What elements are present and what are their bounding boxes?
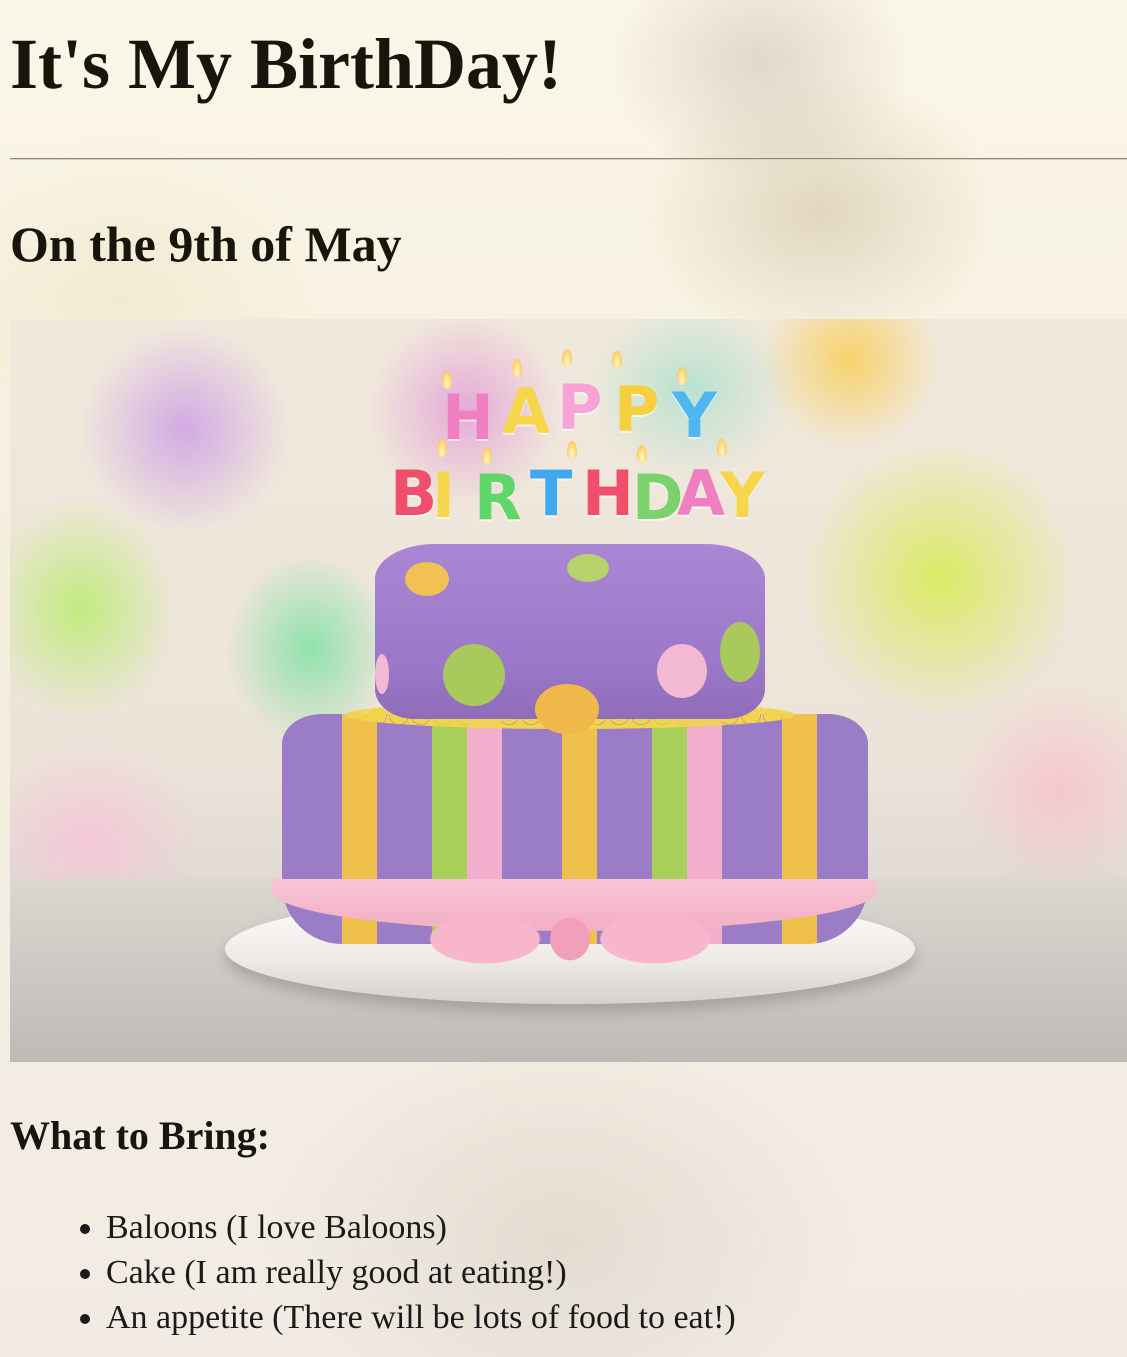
bring-heading: What to Bring: (10, 1113, 270, 1158)
candle-letter-icon: B (390, 457, 438, 530)
candle-letter-icon: D (632, 461, 684, 534)
candle-letter-icon: R (474, 461, 522, 534)
candle-letter-icon: T (530, 457, 573, 530)
cake-dot (535, 684, 599, 734)
candle-letter-icon: A (677, 457, 725, 530)
cake-top-tier (375, 544, 765, 734)
list-item: An appetite (There will be lots of food … (106, 1295, 1127, 1340)
candle-letter-icon: Y (672, 379, 717, 452)
candle-letter-icon: I (432, 459, 456, 532)
candle-letter-icon: P (557, 371, 603, 444)
page-title: It's My BirthDay! (10, 24, 562, 104)
bring-list: Baloons (I love Baloons) Cake (I am real… (10, 1205, 1127, 1340)
cake-dot (405, 562, 449, 596)
candle-flame-icon (562, 349, 572, 367)
candle-letter-icon: P (614, 373, 660, 446)
cake-dot (567, 554, 609, 582)
cake-dot (443, 644, 505, 706)
cake-dot (375, 654, 389, 694)
cake-bow (405, 899, 735, 979)
list-item: Baloons (I love Baloons) (106, 1205, 1127, 1250)
date-heading: On the 9th of May (10, 216, 402, 272)
page-content: It's My BirthDay! On the 9th of May H A … (0, 0, 1127, 1340)
birthday-candles: H A P P Y B I R T H D A Y (382, 349, 772, 549)
cake-dot (720, 622, 760, 682)
candle-flame-icon (717, 439, 727, 457)
birthday-cake-photo: H A P P Y B I R T H D A Y (10, 319, 1127, 1062)
candle-letter-icon: Y (720, 459, 765, 532)
candle-letter-icon: H (582, 457, 634, 530)
cake-dot (657, 644, 707, 698)
candle-letter-icon: A (502, 375, 550, 448)
candle-letter-icon: H (442, 381, 494, 454)
candle-flame-icon (612, 351, 622, 369)
divider (10, 158, 1127, 160)
list-item: Cake (I am really good at eating!) (106, 1250, 1127, 1295)
